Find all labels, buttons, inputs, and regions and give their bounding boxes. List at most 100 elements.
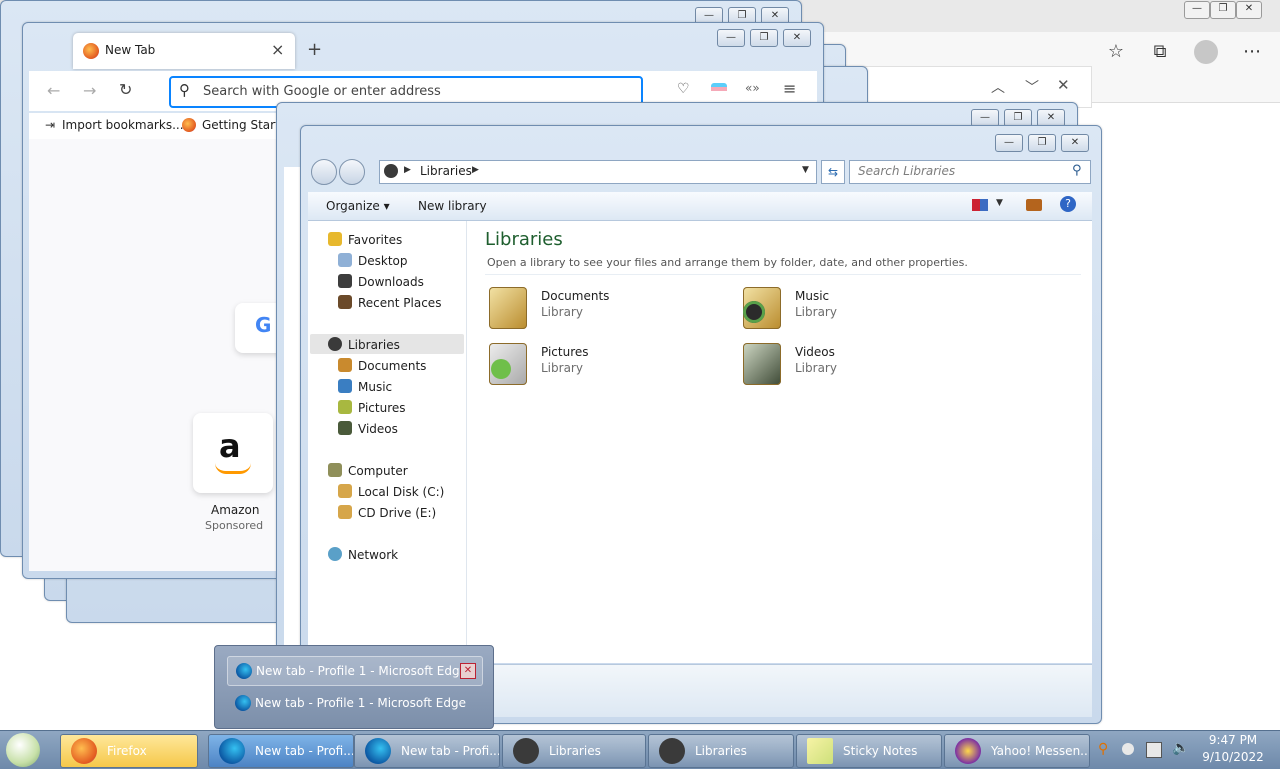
nav-computer[interactable]: Computer xyxy=(328,462,408,480)
clock-date[interactable]: 9/10/2022 xyxy=(1200,750,1266,764)
menu-hamburger-icon[interactable]: ≡ xyxy=(783,79,796,98)
new-tab-button[interactable]: + xyxy=(307,39,322,60)
extension-icon[interactable]: «» xyxy=(745,81,760,95)
nav-local-disk[interactable]: Local Disk (C:) xyxy=(338,483,444,501)
forward-button[interactable] xyxy=(339,159,365,185)
nav-desktop[interactable]: Desktop xyxy=(338,252,408,270)
edge-logo-icon xyxy=(365,738,391,764)
collections-icon[interactable]: ⧉ xyxy=(1148,40,1172,64)
explorer-restore-button[interactable]: ❐ xyxy=(1028,134,1056,152)
popup-item[interactable]: New tab - Profile 1 - Microsoft Edge xyxy=(227,689,481,717)
breadcrumb-libraries[interactable]: Libraries xyxy=(420,164,472,178)
library-pictures[interactable]: Pictures Library xyxy=(489,341,719,389)
address-bar[interactable]: ▶ Libraries ▶ ▼ xyxy=(379,160,817,184)
explorer-window: — ❐ ✕ ▶ Libraries ▶ ▼ ⇆ Search Libraries… xyxy=(300,125,1102,724)
refresh-icon[interactable]: ⇆ xyxy=(821,160,845,184)
library-music[interactable]: Music Library xyxy=(743,285,973,333)
edge-logo-icon xyxy=(219,738,245,764)
preview-pane-icon[interactable] xyxy=(1026,199,1042,211)
firefox-close-button[interactable]: ✕ xyxy=(783,29,811,47)
new-library-button[interactable]: New library xyxy=(418,199,487,213)
taskbar-yahoo-messenger[interactable]: Yahoo! Messen... xyxy=(944,734,1090,768)
library-videos[interactable]: Videos Library xyxy=(743,341,973,389)
taskbar-sticky-notes[interactable]: Sticky Notes xyxy=(796,734,942,768)
taskbar-edge-2[interactable]: New tab - Profi... xyxy=(354,734,500,768)
back-button[interactable] xyxy=(311,159,337,185)
nav-favorites[interactable]: Favorites xyxy=(328,231,402,249)
explorer-close-button[interactable]: ✕ xyxy=(1061,134,1089,152)
library-documents[interactable]: Documents Library xyxy=(489,285,719,333)
firefox-tab[interactable]: New Tab × xyxy=(73,33,295,69)
downloads-icon xyxy=(338,274,352,288)
reload-icon[interactable]: ↻ xyxy=(119,80,132,99)
breadcrumb-arrow-icon[interactable]: ▶ xyxy=(472,165,479,175)
network-icon xyxy=(328,547,342,561)
view-dropdown-icon[interactable]: ▼ xyxy=(996,198,1003,208)
taskbar-firefox[interactable]: Firefox xyxy=(60,734,198,768)
find-close-icon[interactable]: ✕ xyxy=(1057,76,1070,94)
clock-time[interactable]: 9:47 PM xyxy=(1208,733,1258,747)
search-input[interactable]: Search Libraries ⚲ xyxy=(849,160,1091,184)
documents-icon xyxy=(338,358,352,372)
favorites-star-icon[interactable]: ☆ xyxy=(1104,40,1128,64)
nav-documents[interactable]: Documents xyxy=(338,357,426,375)
navigation-pane: Favorites Desktop Downloads Recent Place… xyxy=(308,221,467,663)
address-dropdown-icon[interactable]: ▼ xyxy=(802,165,809,175)
profile-avatar-icon[interactable] xyxy=(1194,40,1218,64)
nav-music[interactable]: Music xyxy=(338,378,392,396)
recent-places-icon xyxy=(338,295,352,309)
start-button[interactable] xyxy=(6,733,40,767)
search-icon[interactable]: ⚲ xyxy=(1072,163,1082,178)
edge-minimize-button[interactable]: — xyxy=(1184,1,1210,19)
bookmark-import[interactable]: Import bookmarks... xyxy=(62,118,184,132)
edge-logo-icon xyxy=(235,695,251,711)
tray-app-icon[interactable] xyxy=(1122,743,1134,755)
nav-pictures[interactable]: Pictures xyxy=(338,399,406,417)
popup-item[interactable]: New tab - Profile 1 - Microsoft Edge ✕ xyxy=(227,656,483,686)
content-pane: Libraries Open a library to see your fil… xyxy=(467,221,1092,663)
system-tray: ⚲ 🔈 9:47 PM 9/10/2022 xyxy=(1092,731,1280,769)
firefox-minimize-button[interactable]: — xyxy=(717,29,745,47)
explorer-minimize-button[interactable]: — xyxy=(995,134,1023,152)
amazon-tile[interactable]: a xyxy=(193,413,273,493)
page-title: Libraries xyxy=(485,229,563,250)
breadcrumb-arrow-icon: ▶ xyxy=(404,165,411,175)
nav-downloads[interactable]: Downloads xyxy=(338,273,424,291)
nav-libraries[interactable]: Libraries xyxy=(328,336,400,354)
search-tray-icon[interactable]: ⚲ xyxy=(1098,741,1108,757)
videos-icon xyxy=(338,421,352,435)
organize-menu[interactable]: Organize ▾ xyxy=(326,199,390,213)
more-options-icon[interactable]: ⋯ xyxy=(1240,40,1264,64)
libraries-icon xyxy=(513,738,539,764)
nav-videos[interactable]: Videos xyxy=(338,420,398,438)
firefox-restore-button[interactable]: ❐ xyxy=(750,29,778,47)
edge-close-button[interactable]: ✕ xyxy=(1236,1,1262,19)
network-tray-icon[interactable] xyxy=(1146,742,1162,758)
back-arrow-icon[interactable]: ← xyxy=(47,81,60,100)
play-badge-icon xyxy=(743,301,765,323)
extension-flag-icon[interactable] xyxy=(711,83,727,95)
amazon-label: Amazon xyxy=(211,503,260,517)
taskbar-edge-1[interactable]: New tab - Profi... xyxy=(208,734,354,768)
popup-close-icon[interactable]: ✕ xyxy=(460,663,476,679)
edge-restore-button[interactable]: ❐ xyxy=(1210,1,1236,19)
nav-recent-places[interactable]: Recent Places xyxy=(338,294,441,312)
volume-icon[interactable]: 🔈 xyxy=(1172,740,1189,756)
find-previous-icon[interactable]: ︿ xyxy=(991,77,1005,97)
find-next-icon[interactable]: ﹀ xyxy=(1025,77,1039,97)
command-bar: Organize ▾ New library ▼ ? xyxy=(308,192,1092,221)
page-description: Open a library to see your files and arr… xyxy=(487,256,968,269)
google-logo-icon: G xyxy=(255,313,272,337)
view-options-icon[interactable] xyxy=(972,199,988,211)
taskbar-libraries-2[interactable]: Libraries xyxy=(648,734,794,768)
nav-cd-drive[interactable]: CD Drive (E:) xyxy=(338,504,436,522)
nav-network[interactable]: Network xyxy=(328,546,398,564)
tab-close-icon[interactable]: × xyxy=(271,40,284,59)
taskbar-thumbnail-popup: New tab - Profile 1 - Microsoft Edge ✕ N… xyxy=(214,645,494,729)
search-placeholder: Search Libraries xyxy=(858,164,956,178)
forward-arrow-icon[interactable]: → xyxy=(83,81,96,100)
pocket-icon[interactable]: ♡ xyxy=(677,81,690,97)
help-icon[interactable]: ? xyxy=(1060,196,1076,212)
taskbar-libraries-1[interactable]: Libraries xyxy=(502,734,646,768)
local-disk-icon xyxy=(338,484,352,498)
